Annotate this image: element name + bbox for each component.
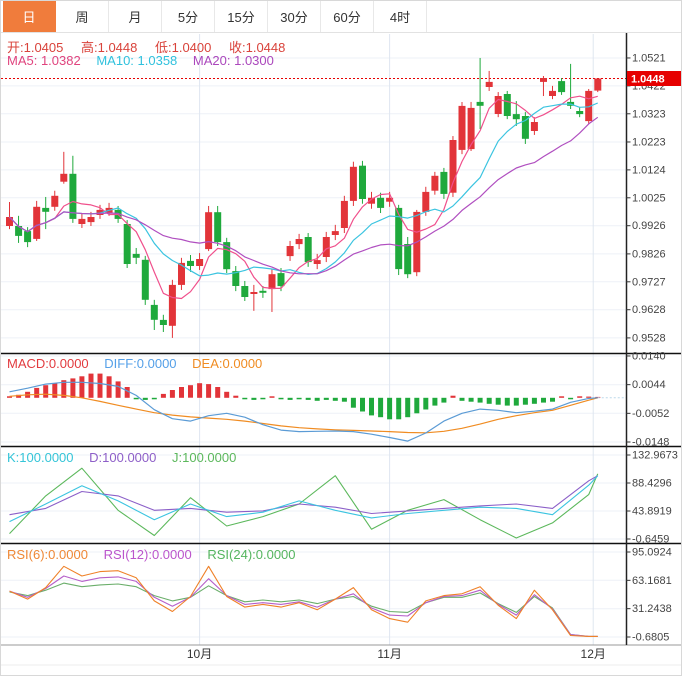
svg-text:0.9826: 0.9826 (632, 248, 666, 260)
svg-text:31.2438: 31.2438 (632, 603, 672, 615)
svg-text:0.9528: 0.9528 (632, 332, 666, 344)
svg-text:63.1681: 63.1681 (632, 575, 672, 587)
ma10-value: MA10: 1.0358 (96, 53, 178, 68)
month-labels-layer: 10月 11月 12月 (187, 647, 606, 661)
kdj-readout: K:100.0000 D:100.0000 J:100.0000 (7, 450, 248, 465)
macd-readout: MACD:0.0000 DIFF:0.0000 DEA:0.0000 (7, 356, 274, 371)
last-price-badge: 1.0448 (627, 71, 681, 86)
chart-canvas[interactable]: 1.05211.04221.03231.02231.01241.00250.99… (1, 1, 682, 676)
tab-5min[interactable]: 5分 (162, 1, 215, 32)
tab-4hour[interactable]: 4时 (374, 1, 427, 32)
rsi6-value: RSI(6):0.0000 (7, 547, 88, 562)
macd-layer (7, 373, 626, 442)
axis-frame-layer (1, 32, 681, 666)
svg-text:1.0025: 1.0025 (632, 192, 666, 204)
svg-text:0.9926: 0.9926 (632, 220, 666, 232)
svg-text:10月: 10月 (187, 647, 212, 661)
svg-text:-0.0052: -0.0052 (632, 408, 669, 420)
svg-text:88.4296: 88.4296 (632, 478, 672, 490)
svg-text:11月: 11月 (377, 647, 401, 661)
axis-labels-layer: 1.05211.04221.03231.02231.01241.00250.99… (626, 52, 678, 644)
tab-daily[interactable]: 日 (3, 1, 56, 32)
rsi-readout: RSI(6):0.0000 RSI(12):0.0000 RSI(24):0.0… (7, 547, 308, 562)
j-value: J:100.0000 (172, 450, 237, 465)
tab-60min[interactable]: 60分 (321, 1, 374, 32)
svg-text:95.0924: 95.0924 (632, 546, 672, 558)
kdj-layer (9, 467, 599, 539)
rsi12-value: RSI(12):0.0000 (103, 547, 192, 562)
svg-text:43.8919: 43.8919 (632, 506, 672, 518)
svg-text:-0.6805: -0.6805 (632, 632, 669, 644)
svg-text:0.9628: 0.9628 (632, 304, 666, 316)
svg-text:0.0140: 0.0140 (632, 350, 666, 362)
k-value: K:100.0000 (7, 450, 74, 465)
rsi24-value: RSI(24):0.0000 (207, 547, 296, 562)
svg-text:0.0044: 0.0044 (632, 379, 666, 391)
kline-chart-app: 日 周 月 5分 15分 30分 60分 4时 1.0521 1.0422 1.03… (0, 0, 682, 676)
ma-readout: MA5: 1.0382 MA10: 1.0358 MA20: 1.0300 (7, 53, 286, 68)
svg-text:132.9673: 132.9673 (632, 450, 678, 462)
svg-text:0.9727: 0.9727 (632, 276, 666, 288)
svg-text:1.0124: 1.0124 (632, 164, 666, 176)
rsi-layer (9, 565, 598, 637)
svg-text:1.0521: 1.0521 (632, 52, 666, 64)
tab-weekly[interactable]: 周 (56, 1, 109, 32)
svg-text:12月: 12月 (581, 647, 606, 661)
ma20-value: MA20: 1.0300 (192, 53, 274, 68)
timeframe-tabbar: 日 周 月 5分 15分 30分 60分 4时 (1, 1, 681, 33)
svg-text:1.0448: 1.0448 (631, 74, 665, 86)
svg-text:-0.0148: -0.0148 (632, 437, 669, 449)
tab-30min[interactable]: 30分 (268, 1, 321, 32)
tab-15min[interactable]: 15分 (215, 1, 268, 32)
diff-value: DIFF:0.0000 (104, 356, 177, 371)
svg-text:1.0323: 1.0323 (632, 108, 666, 120)
svg-text:1.0223: 1.0223 (632, 136, 666, 148)
tab-monthly[interactable]: 月 (109, 1, 162, 32)
macd-value: MACD:0.0000 (7, 356, 89, 371)
ma5-value: MA5: 1.0382 (7, 53, 81, 68)
d-value: D:100.0000 (89, 450, 157, 465)
svg-text:-0.6459: -0.6459 (632, 534, 669, 546)
dea-value: DEA:0.0000 (192, 356, 263, 371)
